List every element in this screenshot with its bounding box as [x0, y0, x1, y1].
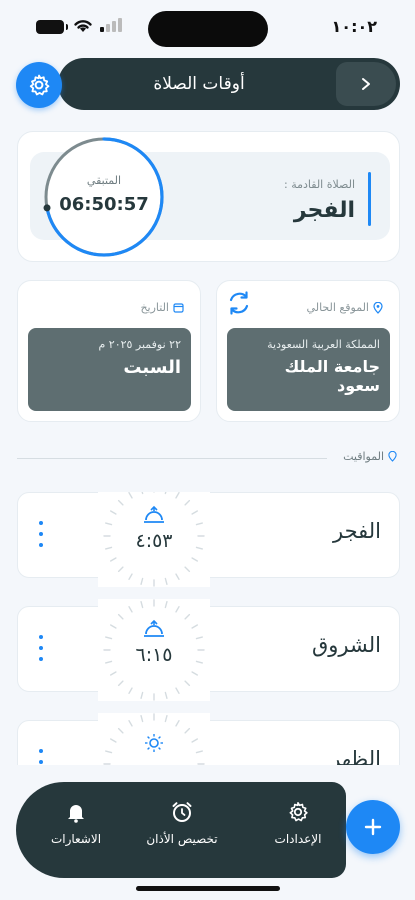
refresh-icon[interactable]: [225, 289, 253, 317]
section-label-text: المواقيت: [343, 450, 384, 463]
gear-icon: [29, 74, 50, 96]
prayer-name: الظهر: [330, 747, 381, 765]
header-bar: أوقات الصلاة: [58, 58, 400, 110]
prayer-row-sunrise[interactable]: الشروق ٦:١٥: [17, 599, 400, 701]
nav-settings-label: الإعدادات: [274, 832, 322, 846]
prayer-time: ٦:١٥: [135, 644, 173, 666]
prayer-time-dial: ٤:٥٣: [98, 492, 210, 587]
remaining-label: المتبقي: [86, 174, 122, 187]
location-country: المملكة العربية السعودية: [267, 338, 380, 351]
date-heading-text: التاريخ: [140, 301, 169, 314]
location-pin-icon: [388, 451, 397, 462]
status-time: ١٠:٠٢: [331, 17, 377, 36]
nav-adhan[interactable]: تخصيص الأذان: [134, 800, 230, 846]
settings-button[interactable]: [16, 62, 62, 108]
remaining-time: 06:50:57: [59, 194, 149, 215]
battery-icon: [36, 20, 68, 34]
prayer-time-dial: ٦:١٥: [98, 599, 210, 701]
prayer-list: الفجر ٤:٥٣ الشروق ٦:١٥ الظهر: [17, 492, 400, 765]
nav-settings[interactable]: الإعدادات: [250, 800, 346, 846]
sunrise-icon: [144, 619, 164, 637]
location-heading: الموقع الحالي: [307, 301, 383, 314]
calendar-icon: [173, 303, 184, 313]
location-card: الموقع الحالي المملكة العربية السعودية ج…: [216, 280, 400, 422]
gear-icon: [289, 802, 308, 822]
status-bar: ١٠:٠٢: [0, 0, 415, 56]
nav-notifications[interactable]: الاشعارات: [28, 800, 124, 846]
sun-icon: [145, 734, 163, 752]
nav-notifications-label: الاشعارات: [50, 832, 102, 846]
location-heading-text: الموقع الحالي: [306, 301, 369, 314]
weekday: السبت: [123, 357, 181, 378]
dynamic-island: [148, 11, 268, 47]
prayer-row-fajr[interactable]: الفجر ٤:٥٣: [17, 492, 400, 587]
next-prayer-name: الفجر: [293, 198, 355, 223]
nav-adhan-label: تخصيص الأذان: [146, 832, 218, 846]
next-prayer-label: الصلاة القادمة :: [284, 178, 355, 191]
location-pin-icon: [373, 301, 383, 314]
more-options-icon[interactable]: [34, 521, 48, 547]
location-box: المملكة العربية السعودية جامعة الملك سعو…: [227, 328, 390, 411]
home-indicator: [136, 886, 280, 891]
prayer-name: الفجر: [333, 519, 381, 543]
timings-section-label: المواقيت: [343, 450, 397, 463]
add-button[interactable]: [346, 800, 400, 854]
section-divider: [17, 458, 327, 459]
location-place: جامعة الملك سعود: [284, 357, 380, 395]
gregorian-date: ٢٢ نوفمبر ٢٠٢٥ م: [98, 338, 181, 351]
prayer-time-dial: [98, 713, 210, 765]
plus-icon: [364, 818, 382, 836]
date-heading: التاريخ: [140, 301, 184, 314]
bell-icon: [68, 805, 84, 823]
signal-icon: [100, 18, 122, 32]
sunrise-icon: [144, 505, 164, 523]
chevron-right-icon: [362, 78, 370, 90]
date-box: ٢٢ نوفمبر ٢٠٢٥ م السبت: [28, 328, 191, 411]
date-card: التاريخ ٢٢ نوفمبر ٢٠٢٥ م السبت: [17, 280, 201, 422]
wifi-icon: [74, 20, 92, 32]
prayer-row-dhuhr[interactable]: الظهر: [17, 713, 400, 765]
accent-bar: [368, 172, 371, 226]
next-prayer-card: المتبقي 06:50:57 الصلاة القادمة : الفجر: [17, 131, 400, 262]
prayer-time: ٤:٥٣: [135, 530, 173, 552]
more-options-icon[interactable]: [34, 635, 48, 661]
bottom-nav: الإعدادات تخصيص الأذان الاشعارات: [16, 782, 346, 878]
more-options-icon[interactable]: [34, 749, 48, 765]
page-title: أوقات الصلاة: [153, 74, 245, 94]
alarm-clock-icon: [172, 802, 192, 822]
back-button[interactable]: [336, 62, 396, 106]
prayer-name: الشروق: [312, 633, 381, 657]
